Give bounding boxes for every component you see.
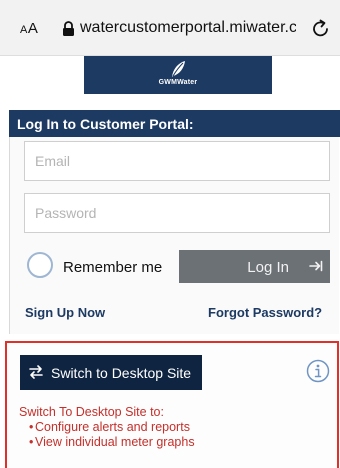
- password-field[interactable]: [24, 193, 330, 233]
- login-arrow-icon: [309, 260, 323, 272]
- desktop-intro-text: Switch To Desktop Site to:: [19, 405, 164, 419]
- list-item-text: View individual meter graphs: [35, 435, 195, 449]
- email-input[interactable]: [25, 142, 329, 180]
- leaf-logo-icon: [172, 61, 185, 77]
- reload-icon[interactable]: [311, 17, 331, 39]
- forgot-password-link[interactable]: Forgot Password?: [208, 305, 322, 320]
- email-field[interactable]: [24, 141, 330, 181]
- info-icon[interactable]: [306, 359, 330, 383]
- login-panel-header: Log In to Customer Portal:: [9, 110, 340, 137]
- remember-me-label[interactable]: Remember me: [63, 259, 162, 276]
- switch-to-desktop-label: Switch to Desktop Site: [51, 365, 192, 381]
- swap-arrows-icon: [29, 365, 43, 379]
- list-item-text: Configure alerts and reports: [35, 420, 190, 434]
- url-text[interactable]: watercustomerportal.miwater.co: [80, 19, 296, 37]
- remember-me-toggle[interactable]: [27, 252, 53, 278]
- list-item: • Configure alerts and reports: [29, 420, 190, 434]
- switch-to-desktop-button[interactable]: Switch to Desktop Site: [20, 355, 202, 390]
- browser-address-bar: AA watercustomerportal.miwater.co: [0, 0, 340, 56]
- login-button-label: Log In: [247, 259, 289, 276]
- password-input[interactable]: [25, 194, 329, 232]
- text-size-button[interactable]: AA: [20, 20, 38, 37]
- desktop-feature-list: • Configure alerts and reports • View indi…: [19, 420, 195, 450]
- sign-up-link[interactable]: Sign Up Now: [25, 305, 105, 320]
- site-logo: GWMWater: [84, 56, 272, 94]
- list-item: • View individual meter graphs: [29, 435, 195, 449]
- logo-brand-text: GWMWater: [158, 79, 198, 86]
- login-button[interactable]: Log In: [179, 250, 330, 283]
- lock-icon: [63, 21, 74, 36]
